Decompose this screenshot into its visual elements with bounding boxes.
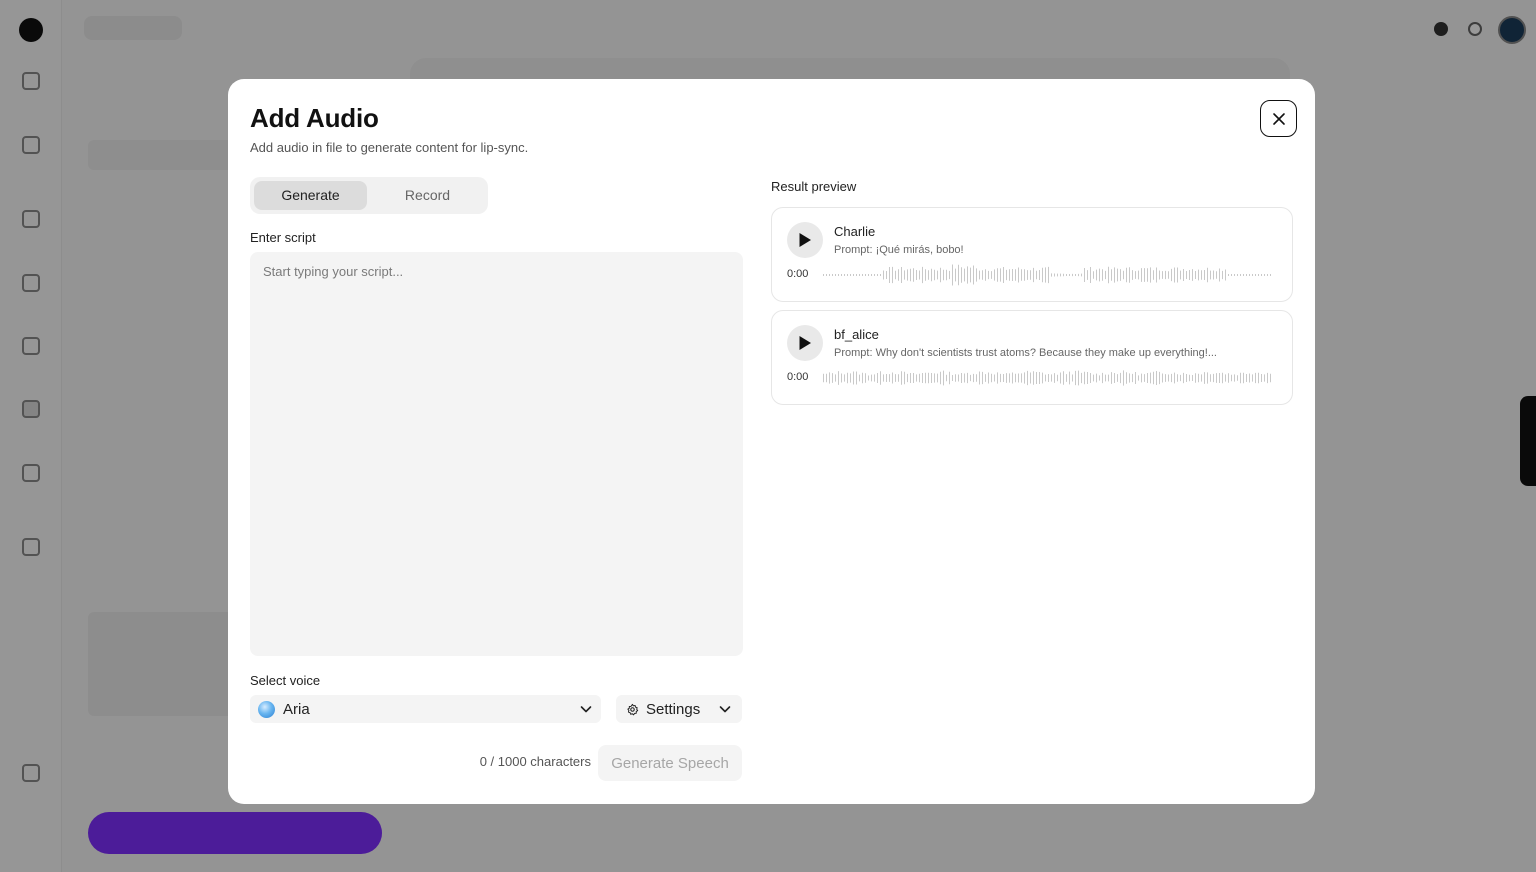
result-prompt: Prompt: Why don't scientists trust atoms… bbox=[834, 347, 1217, 359]
result-item: bf_alice Prompt: Why don't scientists tr… bbox=[771, 310, 1293, 405]
play-icon bbox=[799, 233, 811, 247]
settings-label: Settings bbox=[646, 700, 701, 718]
result-item: Charlie Prompt: ¡Qué mirás, bobo! 0:00 bbox=[771, 207, 1293, 302]
close-icon bbox=[1272, 112, 1285, 125]
modal-subtitle: Add audio in file to generate content fo… bbox=[250, 140, 529, 155]
close-button[interactable] bbox=[1260, 100, 1297, 137]
voice-select[interactable]: Aria bbox=[250, 695, 601, 723]
play-icon bbox=[799, 336, 811, 350]
tab-generate[interactable]: Generate bbox=[254, 181, 367, 210]
gear-icon bbox=[627, 703, 639, 715]
result-time: 0:00 bbox=[787, 371, 809, 383]
settings-button[interactable]: Settings bbox=[616, 695, 742, 723]
tab-record[interactable]: Record bbox=[371, 181, 484, 210]
audio-waveform[interactable] bbox=[822, 366, 1277, 390]
result-preview-label: Result preview bbox=[771, 179, 857, 194]
voice-avatar bbox=[258, 700, 275, 718]
result-prompt: Prompt: ¡Qué mirás, bobo! bbox=[834, 244, 964, 256]
voice-label: Select voice bbox=[250, 673, 321, 688]
generate-speech-button[interactable]: Generate Speech bbox=[598, 745, 742, 781]
play-button[interactable] bbox=[787, 325, 823, 361]
chevron-down-icon bbox=[580, 706, 592, 713]
character-count: 0 / 1000 characters bbox=[479, 754, 591, 769]
selected-voice: Aria bbox=[283, 700, 310, 718]
result-time: 0:00 bbox=[787, 268, 809, 280]
audio-waveform[interactable] bbox=[822, 263, 1277, 287]
add-audio-modal: Add Audio Add audio in file to generate … bbox=[228, 79, 1315, 804]
result-voice-name: Charlie bbox=[834, 224, 876, 239]
play-button[interactable] bbox=[787, 222, 823, 258]
script-label: Enter script bbox=[250, 230, 316, 245]
script-input[interactable] bbox=[250, 252, 743, 656]
modal-title: Add Audio bbox=[250, 103, 379, 133]
result-voice-name: bf_alice bbox=[834, 327, 879, 342]
audio-source-tabs: Generate Record bbox=[250, 177, 488, 214]
chevron-down-icon bbox=[719, 706, 731, 713]
